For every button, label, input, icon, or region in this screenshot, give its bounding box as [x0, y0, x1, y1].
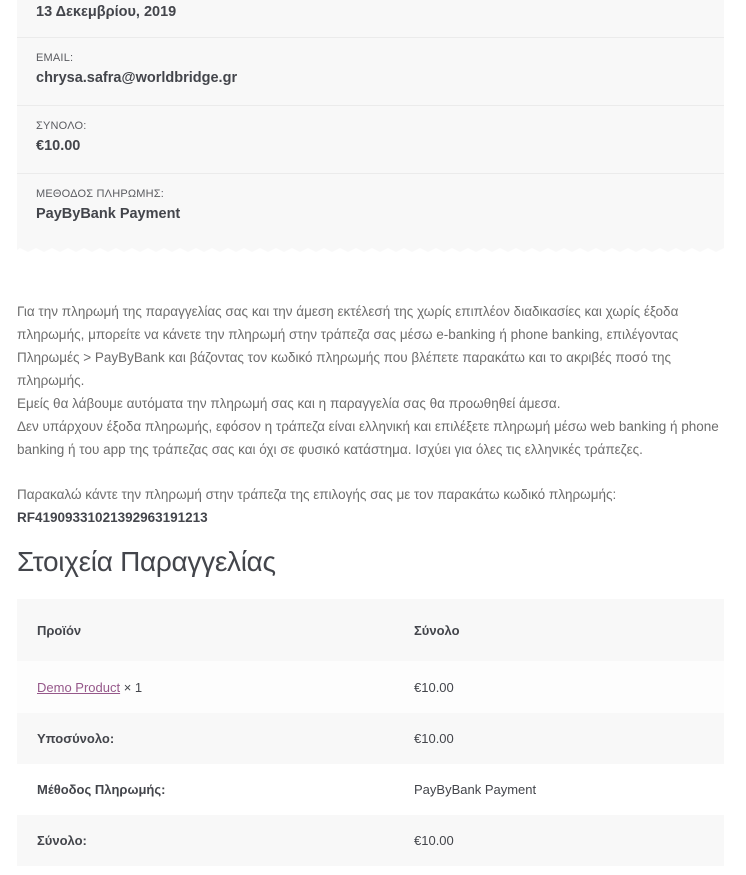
total-label: ΣΥΝΟΛΟ:	[36, 120, 87, 132]
zigzag-edge	[17, 244, 724, 252]
product-cell: Demo Product × 1	[17, 661, 414, 713]
col-total-header: Σύνολο	[414, 622, 460, 638]
product-link[interactable]: Demo Product	[37, 680, 120, 695]
table-row: Demo Product × 1 €10.00	[17, 661, 724, 713]
payment-instructions: Για την πληρωμή της παραγγελίας σας και …	[17, 300, 729, 461]
product-total: €10.00	[414, 679, 454, 695]
subtotal-value: €10.00	[414, 731, 454, 746]
total-value: €10.00	[36, 138, 81, 154]
grand-total-value: €10.00	[414, 833, 454, 848]
date-value: 13 Δεκεμβρίου, 2019	[36, 4, 177, 20]
order-overview: 13 Δεκεμβρίου, 2019 EMAIL: chrysa.safra@…	[17, 0, 724, 248]
product-qty: × 1	[123, 679, 143, 695]
instructions-text-2: Εμείς θα λάβουμε αυτόματα την πληρωμή σα…	[17, 396, 561, 411]
table-header-row: Προϊόν Σύνολο	[17, 599, 724, 661]
payment-method-label: Μέθοδος Πληρωμής:	[37, 782, 166, 797]
col-product-header: Προϊόν	[37, 622, 82, 638]
payment-method-row: Μέθοδος Πληρωμής: PayByBank Payment	[17, 764, 724, 815]
payment-method-value: PayByBank Payment	[414, 782, 537, 797]
email-label: EMAIL:	[36, 52, 74, 64]
email-value: chrysa.safra@worldbridge.gr	[36, 70, 238, 86]
overview-total: ΣΥΝΟΛΟ: €10.00	[17, 106, 724, 174]
overview-method: ΜΕΘΟΔΟΣ ΠΛΗΡΩΜΗΣ: PayByBank Payment	[17, 174, 724, 248]
instructions-text-3: Δεν υπάρχουν έξοδα πληρωμής, εφόσον η τρ…	[17, 419, 719, 457]
instructions-text-1: Για την πληρωμή της παραγγελίας σας και …	[17, 304, 679, 388]
method-label: ΜΕΘΟΔΟΣ ΠΛΗΡΩΜΗΣ:	[36, 188, 165, 200]
payment-code: RF41909331021392963191213	[17, 510, 208, 525]
overview-email: EMAIL: chrysa.safra@worldbridge.gr	[17, 38, 724, 106]
method-value: PayByBank Payment	[36, 206, 181, 222]
grand-total-label: Σύνολο:	[37, 833, 87, 848]
payment-code-prompt: Παρακαλώ κάντε την πληρωμή στην τράπεζα …	[17, 487, 617, 502]
order-details-table: Προϊόν Σύνολο Demo Product × 1 €10.00 Υπ…	[17, 599, 724, 866]
overview-date: 13 Δεκεμβρίου, 2019	[17, 0, 724, 38]
payment-code-block: Παρακαλώ κάντε την πληρωμή στην τράπεζα …	[17, 483, 729, 529]
order-details-title: Στοιχεία Παραγγελίας	[17, 546, 276, 577]
subtotal-label: Υποσύνολο:	[37, 731, 115, 746]
grand-total-row: Σύνολο: €10.00	[17, 815, 724, 866]
subtotal-row: Υποσύνολο: €10.00	[17, 713, 724, 764]
